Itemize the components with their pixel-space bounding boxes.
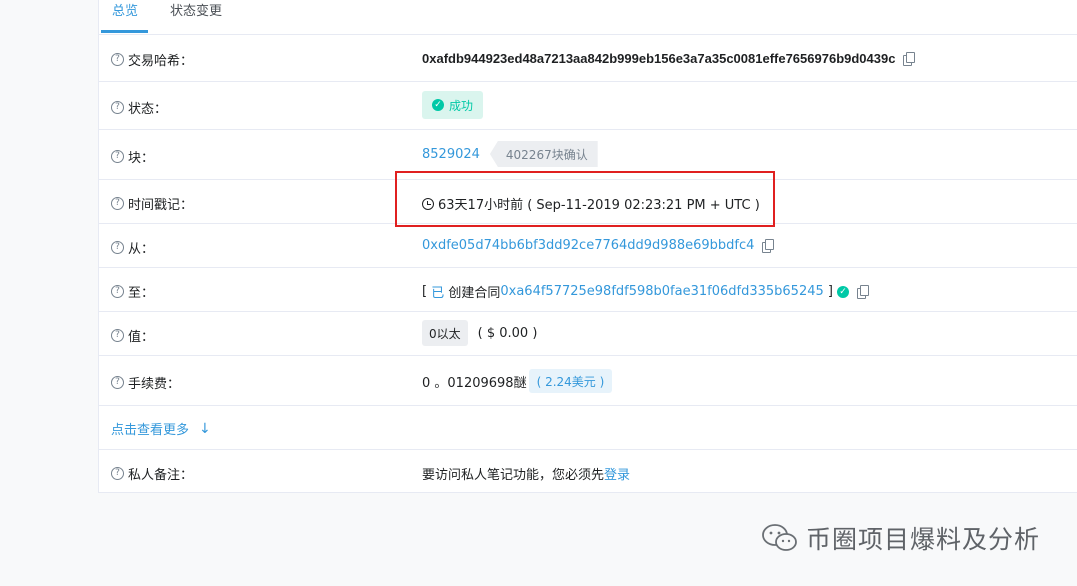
value-label-wrap: ? 值：: [111, 326, 154, 345]
help-icon[interactable]: ?: [111, 53, 124, 66]
to-label: 至：: [128, 286, 155, 301]
check-circle-icon: ✓: [432, 99, 444, 111]
status-badge: ✓ 成功: [422, 91, 484, 119]
timestamp-label: 时间戳记：: [128, 198, 194, 213]
block-label: 块：: [128, 151, 155, 166]
help-icon[interactable]: ?: [111, 285, 124, 298]
see-more-label: 点击查看更多: [111, 423, 190, 438]
verified-check-icon: ✓: [836, 285, 849, 298]
help-icon[interactable]: ?: [111, 101, 124, 114]
ether-value-tag: 0以太: [422, 320, 468, 346]
contract-address-link[interactable]: 0xa64f57725e98fdf598b0fae31f06dfd335b652…: [500, 284, 823, 299]
tx-hash-value: 0xafdb944923ed48a7213aa842b999eb156e3a7a…: [422, 51, 896, 66]
help-icon[interactable]: ?: [111, 150, 124, 163]
login-link[interactable]: 登录: [604, 464, 630, 483]
see-more-link[interactable]: 点击查看更多 ↓: [111, 419, 211, 439]
note-label: 私人备注：: [128, 468, 194, 483]
row-to: ? 至： [ 已 创建合同 0xa64f57725e98fdf598b0fae3…: [99, 268, 1077, 312]
fee-amount: 0 。01209698醚: [422, 375, 527, 391]
from-label: 从：: [128, 242, 155, 257]
to-label-wrap: ? 至：: [111, 282, 154, 301]
fee-value-wrap: 0 。01209698醚 ( 2.24美元 ): [422, 369, 613, 393]
copy-icon[interactable]: [903, 52, 916, 66]
from-address-link[interactable]: 0xdfe05d74bb6bf3dd92ce7764dd9d988e69bbdf…: [422, 238, 754, 253]
status-text: 成功: [449, 98, 474, 113]
row-private-note: ? 私人备注： 要访问私人笔记功能，您必须先 登录: [99, 450, 1077, 493]
to-value-wrap: [ 已 创建合同 0xa64f57725e98fdf598b0fae31f06d…: [422, 282, 869, 301]
watermark-text: 币圈项目爆料及分析: [806, 525, 1041, 554]
watermark: 币圈项目爆料及分析: [760, 520, 1040, 556]
copy-icon[interactable]: [856, 285, 869, 299]
transaction-details-card: 总览 状态变更 ? 交易哈希： 0xafdb944923ed48a7213aa8…: [98, 0, 1077, 493]
value-value-wrap: 0以太 ( $ 0.00 ): [422, 320, 537, 346]
from-value-wrap: 0xdfe05d74bb6bf3dd92ce7764dd9d988e69bbdf…: [422, 238, 775, 253]
help-icon[interactable]: ?: [111, 467, 124, 480]
fee-label: 手续费：: [128, 377, 181, 392]
row-status: ? 状态： ✓ 成功: [99, 82, 1077, 130]
fee-usd-tag: ( 2.24美元 ): [528, 369, 613, 393]
tx-hash-label: 交易哈希：: [128, 54, 194, 69]
usd-value: ( $ 0.00 ): [477, 325, 538, 341]
row-tx-hash: ? 交易哈希： 0xafdb944923ed48a7213aa842b999eb…: [99, 34, 1077, 82]
status-label: 状态：: [128, 102, 168, 117]
row-fee: ? 手续费： 0 。01209698醚 ( 2.24美元 ): [99, 356, 1077, 406]
wechat-logo-icon: [762, 524, 797, 551]
status-value-wrap: ✓ 成功: [422, 91, 484, 119]
contract-created-icon: 已: [431, 286, 445, 301]
copy-icon[interactable]: [762, 239, 775, 253]
tab-state-changes[interactable]: 状态变更: [170, 4, 222, 20]
confirmations-tag: 402267块确认: [489, 141, 598, 167]
block-number-link[interactable]: 8529024: [422, 147, 480, 162]
row-from: ? 从： 0xdfe05d74bb6bf3dd92ce7764dd9d988e6…: [99, 224, 1077, 268]
value-label: 值：: [128, 330, 155, 345]
help-icon[interactable]: ?: [111, 376, 124, 389]
row-value: ? 值： 0以太 ( $ 0.00 ): [99, 312, 1077, 356]
tx-hash-value-wrap: 0xafdb944923ed48a7213aa842b999eb156e3a7a…: [422, 51, 916, 66]
arrow-down-icon: ↓: [199, 420, 211, 437]
help-icon[interactable]: ?: [111, 197, 124, 210]
active-tab-indicator: [101, 30, 148, 33]
note-text: 要访问私人笔记功能，您必须先: [422, 468, 605, 483]
tab-overview[interactable]: 总览: [112, 4, 138, 20]
tab-bar: 总览 状态变更: [99, 0, 1077, 35]
red-highlight-annotation: [395, 171, 775, 227]
block-label-wrap: ? 块：: [111, 147, 154, 166]
contract-created-text: 创建合同: [444, 286, 501, 301]
note-label-wrap: ? 私人备注：: [111, 464, 193, 483]
note-value-wrap: 要访问私人笔记功能，您必须先 登录: [422, 464, 630, 483]
to-prefix: [: [422, 284, 432, 299]
help-icon[interactable]: ?: [111, 329, 124, 342]
fee-label-wrap: ? 手续费：: [111, 373, 180, 392]
from-label-wrap: ? 从：: [111, 238, 154, 257]
help-icon[interactable]: ?: [111, 241, 124, 254]
status-label-wrap: ? 状态：: [111, 98, 167, 117]
timestamp-label-wrap: ? 时间戳记：: [111, 194, 193, 213]
block-value-wrap: 8529024 402267块确认: [422, 141, 598, 167]
to-suffix: ]: [823, 284, 833, 299]
tx-hash-label-wrap: ? 交易哈希：: [111, 50, 193, 69]
row-see-more: 点击查看更多 ↓: [99, 406, 1077, 450]
